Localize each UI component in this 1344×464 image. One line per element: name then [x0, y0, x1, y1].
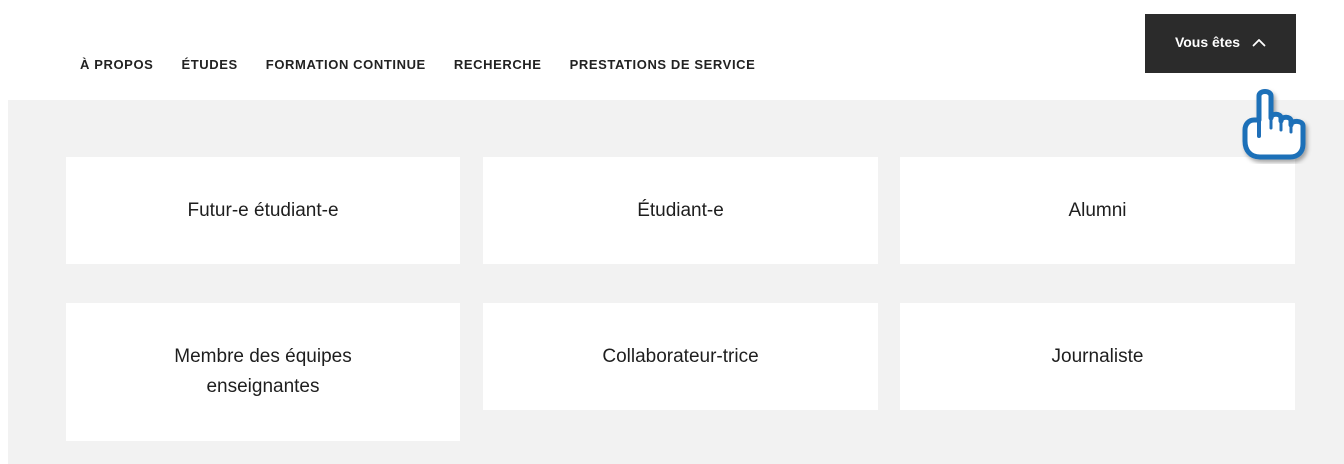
vous-etes-toggle-button[interactable]: Vous êtes	[1145, 14, 1296, 73]
audience-card-membre-equipes-enseignantes[interactable]: Membre des équipes enseignantes	[66, 303, 460, 441]
audience-card-label: Membre des équipes enseignantes	[174, 346, 352, 397]
audience-card-alumni[interactable]: Alumni	[900, 157, 1295, 264]
audience-card-futur-etudiant[interactable]: Futur-e étudiant-e	[66, 157, 460, 264]
nav-item-formation-continue[interactable]: FORMATION CONTINUE	[266, 57, 426, 72]
audience-card-label: Futur-e étudiant-e	[187, 199, 339, 221]
audience-card-label: Étudiant-e	[637, 199, 724, 221]
vous-etes-label: Vous êtes	[1174, 34, 1241, 50]
audience-card-journaliste[interactable]: Journaliste	[900, 303, 1295, 410]
nav-item-etudes[interactable]: ÉTUDES	[181, 57, 237, 72]
main-nav: À PROPOS ÉTUDES FORMATION CONTINUE RECHE…	[80, 57, 783, 72]
audience-card-etudiant[interactable]: Étudiant-e	[483, 157, 878, 264]
nav-item-recherche[interactable]: RECHERCHE	[454, 57, 542, 72]
audience-card-label: Journaliste	[1051, 345, 1144, 367]
top-navigation-bar: À PROPOS ÉTUDES FORMATION CONTINUE RECHE…	[0, 0, 1344, 100]
audience-card-label: Collaborateur-trice	[602, 345, 759, 367]
nav-item-a-propos[interactable]: À PROPOS	[80, 57, 153, 72]
nav-item-prestations-de-service[interactable]: PRESTATIONS DE SERVICE	[570, 57, 756, 72]
chevron-up-icon	[1252, 38, 1266, 47]
audience-card-collaborateur[interactable]: Collaborateur-trice	[483, 303, 878, 410]
audience-card-label: Alumni	[1068, 199, 1127, 221]
